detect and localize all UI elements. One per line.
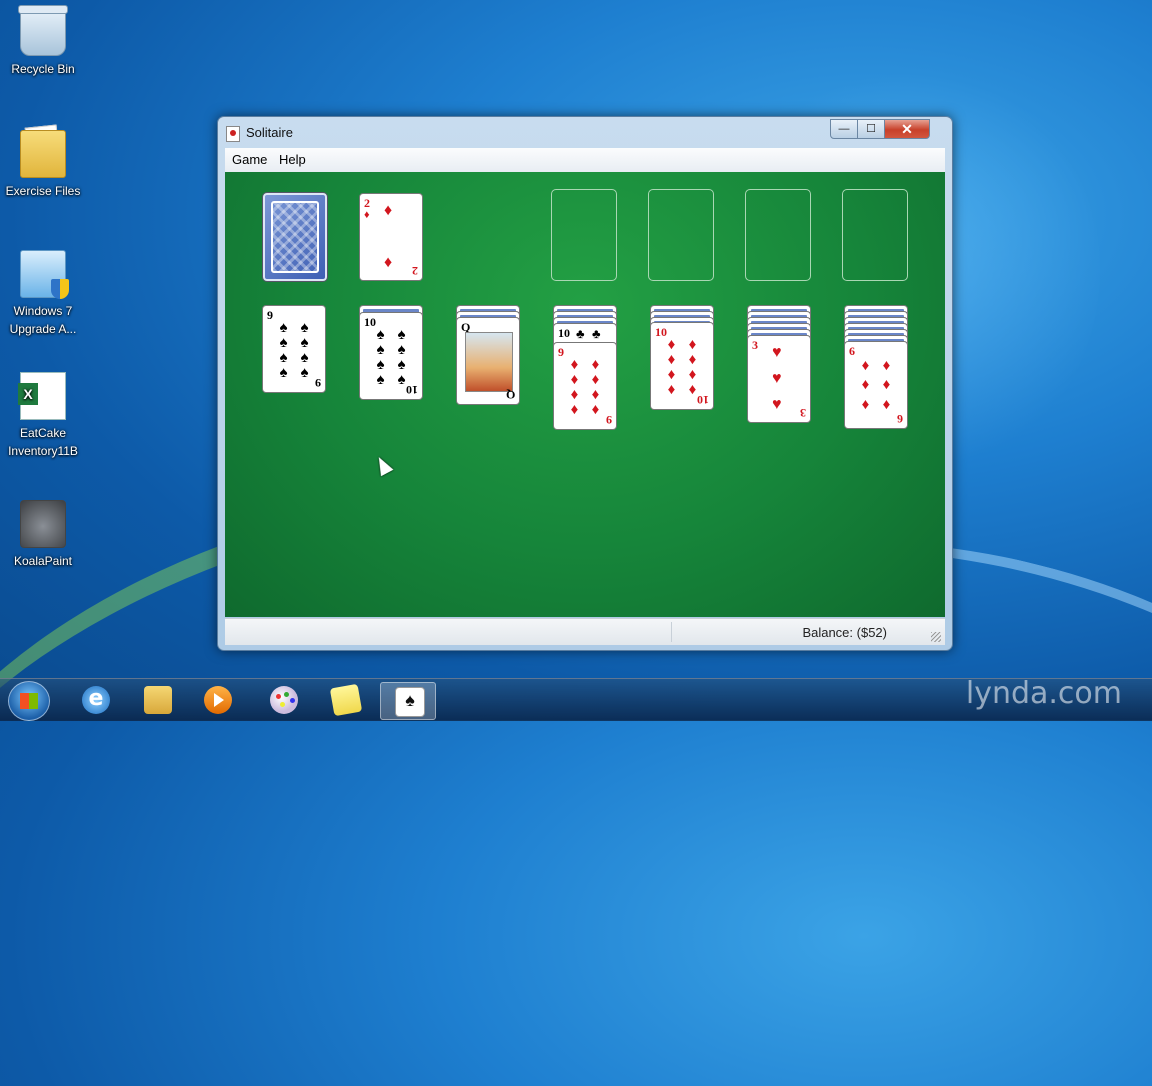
window-title: Solitaire xyxy=(246,125,293,140)
diamond-icon: ♦ ♦ ♦ ♦ ♦ ♦ xyxy=(861,357,891,413)
card-rank: 3 xyxy=(800,406,806,420)
balance-label: Balance: ($52) xyxy=(802,625,887,640)
shield-icon xyxy=(51,279,69,299)
card-rank: 3 xyxy=(752,338,758,352)
desktop-icon-label: Recycle Bin xyxy=(11,62,75,76)
diamond-icon: ♦ xyxy=(384,202,393,219)
desktop-icon-label: EatCake Inventory11B xyxy=(8,426,78,458)
tableau-card[interactable]: Q Q xyxy=(456,317,520,405)
queen-artwork xyxy=(465,332,513,392)
status-separator xyxy=(671,622,672,642)
taskbar-solitaire[interactable] xyxy=(380,682,436,720)
heart-icon: ♥ xyxy=(772,370,782,387)
waste-card[interactable]: 2 ♦ ♦ ♦ 2 xyxy=(359,193,423,281)
recycle-bin-icon xyxy=(18,5,68,56)
foundation-slot[interactable] xyxy=(842,189,908,281)
foundation-slot[interactable] xyxy=(745,189,811,281)
card-rank: 10 xyxy=(697,393,709,407)
excel-file-icon xyxy=(18,372,66,420)
tableau-card[interactable]: 9 ♦ ♦ ♦ ♦ ♦ ♦ ♦ ♦ 9 xyxy=(553,342,617,430)
taskbar-sticky-notes[interactable] xyxy=(318,682,372,718)
sticky-notes-icon xyxy=(329,683,363,717)
media-player-icon xyxy=(204,686,232,714)
card-rank: 10 xyxy=(406,383,418,397)
folder-icon xyxy=(144,686,172,714)
solitaire-app-icon xyxy=(226,126,240,142)
resize-grip[interactable] xyxy=(931,632,941,642)
spade-icon: ♠ ♠ ♠ ♠ ♠ ♠ ♠ ♠ xyxy=(279,319,309,381)
minimize-button[interactable]: — xyxy=(830,119,858,139)
taskbar-windows-explorer[interactable] xyxy=(130,682,184,718)
desktop-icon-label: Exercise Files xyxy=(5,184,81,198)
game-board[interactable]: 2 ♦ ♦ ♦ 2 9 ♠ ♠ ♠ ♠ ♠ ♠ ♠ ♠ 9 10 ♠ ♠ ♠ ♠ ♠ ♠ ♠ ♠ 10 Q xyxy=(225,172,945,617)
start-button[interactable] xyxy=(8,681,50,721)
club-icon: ♣ xyxy=(576,326,585,341)
diamond-icon: ♦ xyxy=(384,254,393,271)
foundation-slot[interactable] xyxy=(648,189,714,281)
card-rank: Q xyxy=(505,388,515,402)
koala-paint-icon xyxy=(20,500,66,548)
menu-game[interactable]: Game xyxy=(232,152,267,167)
tableau-card[interactable]: 6 ♦ ♦ ♦ ♦ ♦ ♦ 6 xyxy=(844,341,908,429)
tableau-card[interactable]: 10 ♠ ♠ ♠ ♠ ♠ ♠ ♠ ♠ 10 xyxy=(359,312,423,400)
windows-upgrade-icon xyxy=(20,250,69,299)
folder-icon xyxy=(20,130,66,178)
tableau-card[interactable]: 9 ♠ ♠ ♠ ♠ ♠ ♠ ♠ ♠ 9 xyxy=(262,305,326,393)
card-rank: 6 xyxy=(897,412,903,426)
taskbar-paint[interactable] xyxy=(256,682,310,718)
desktop-icon-exercise-files[interactable]: Exercise Files xyxy=(2,130,84,200)
taskbar-internet-explorer[interactable] xyxy=(68,682,122,718)
card-suit-icon: ♦ xyxy=(364,209,370,221)
stock-pile[interactable] xyxy=(263,193,327,281)
heart-icon: ♥ xyxy=(772,344,782,361)
taskbar-media-player[interactable] xyxy=(190,682,244,718)
paint-palette-icon xyxy=(270,686,298,714)
card-rank: 9 xyxy=(315,376,321,390)
menu-bar: Game Help xyxy=(225,148,945,172)
internet-explorer-icon xyxy=(82,686,110,714)
diamond-icon: ♦ ♦ ♦ ♦ ♦ ♦ ♦ ♦ xyxy=(667,336,697,398)
menu-help[interactable]: Help xyxy=(279,152,306,167)
desktop-icon-label: Windows 7 Upgrade A... xyxy=(9,304,77,336)
maximize-button[interactable]: ☐ xyxy=(857,119,885,139)
card-rank: 10 xyxy=(558,326,570,340)
close-button[interactable]: ✕ xyxy=(884,119,930,139)
tableau-card[interactable]: 10 ♦ ♦ ♦ ♦ ♦ ♦ ♦ ♦ 10 xyxy=(650,322,714,410)
desktop-icon-koalapaint[interactable]: KoalaPaint xyxy=(2,500,84,570)
solitaire-icon xyxy=(395,687,425,717)
diamond-icon: ♦ ♦ ♦ ♦ ♦ ♦ ♦ ♦ xyxy=(570,356,600,418)
desktop-icon-windows-upgrade[interactable]: Windows 7 Upgrade A... xyxy=(2,250,84,338)
heart-icon: ♥ xyxy=(772,396,782,413)
desktop-icon-label: KoalaPaint xyxy=(13,554,73,568)
club-icon: ♣ xyxy=(592,326,601,341)
tableau-card[interactable]: 3 ♥ ♥ ♥ 3 xyxy=(747,335,811,423)
foundation-slot[interactable] xyxy=(551,189,617,281)
spade-icon: ♠ ♠ ♠ ♠ ♠ ♠ ♠ ♠ xyxy=(376,326,406,388)
solitaire-window[interactable]: Solitaire — ☐ ✕ Game Help 2 ♦ ♦ ♦ 2 9 ♠ ♠… xyxy=(217,116,953,651)
desktop-icon-eatcake-inventory[interactable]: EatCake Inventory11B xyxy=(2,372,84,460)
lynda-watermark: lynda.com xyxy=(965,676,1122,711)
status-bar: Balance: ($52) xyxy=(225,618,945,645)
card-rank: 2 xyxy=(412,264,418,278)
card-rank: 9 xyxy=(606,413,612,427)
desktop-icon-recycle-bin[interactable]: Recycle Bin xyxy=(2,5,84,78)
